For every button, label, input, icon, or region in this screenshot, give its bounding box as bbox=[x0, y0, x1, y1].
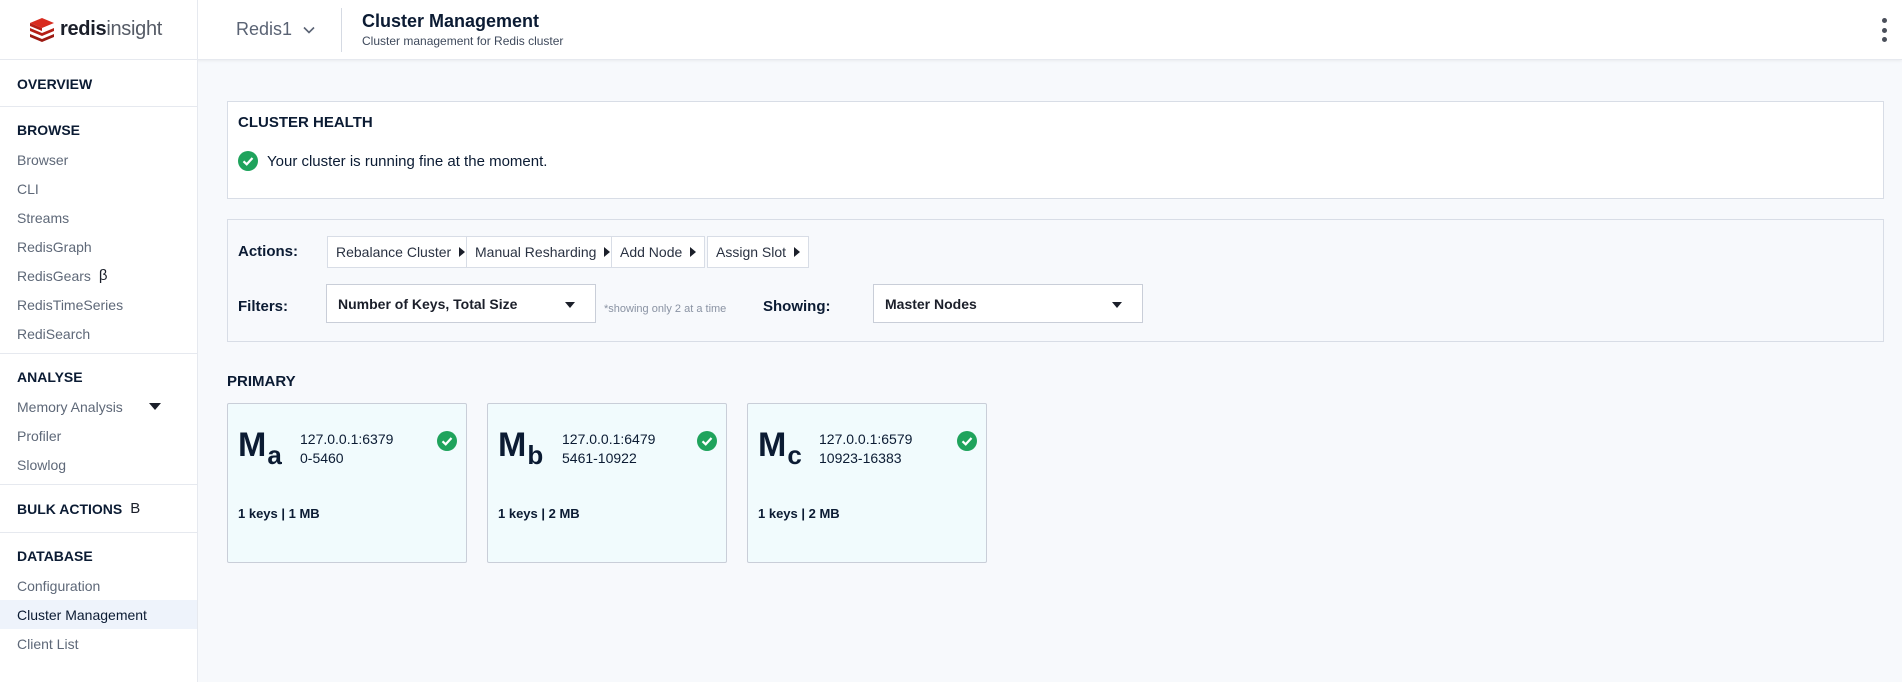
node-stats: 1 keys | 1 MB bbox=[238, 506, 320, 521]
node-letter: M bbox=[758, 426, 787, 464]
sidebar-heading-browse: BROWSE bbox=[17, 122, 80, 138]
beta-badge: β bbox=[130, 500, 141, 517]
sidebar-heading-analyse: ANALYSE bbox=[17, 369, 83, 385]
node-info: 127.0.0.1:6379 0-5460 bbox=[300, 430, 393, 468]
sidebar-item-configuration[interactable]: Configuration bbox=[0, 571, 197, 600]
showing-selected-value: Master Nodes bbox=[885, 295, 977, 312]
rebalance-cluster-button[interactable]: Rebalance Cluster bbox=[327, 236, 475, 268]
caret-right-icon bbox=[604, 247, 611, 257]
showing-select[interactable]: Master Nodes bbox=[873, 284, 1143, 323]
assign-slot-button[interactable]: Assign Slot bbox=[707, 236, 810, 268]
sidebar-item-streams[interactable]: Streams bbox=[0, 203, 197, 232]
cluster-health-title: CLUSTER HEALTH bbox=[238, 114, 373, 131]
beta-badge: β bbox=[98, 267, 108, 284]
check-circle-icon bbox=[957, 431, 977, 451]
sidebar-item-label: RedisGears bbox=[17, 267, 91, 284]
node-address: 127.0.0.1:6379 bbox=[300, 431, 394, 447]
sidebar-item-redisgears[interactable]: RedisGears β bbox=[0, 261, 197, 290]
sidebar-section-database: DATABASE Configuration Cluster Managemen… bbox=[0, 533, 197, 658]
filters-select[interactable]: Number of Keys, Total Size bbox=[326, 284, 596, 323]
caret-down-icon[interactable] bbox=[149, 403, 161, 410]
actions-label: Actions: bbox=[238, 243, 298, 260]
sidebar-item-browser[interactable]: Browser bbox=[0, 145, 197, 174]
sidebar-section-analyse: ANALYSE Memory Analysis Profiler Slowlog bbox=[0, 354, 197, 485]
node-subscript: b bbox=[527, 440, 544, 470]
sidebar-item-label: Memory Analysis bbox=[17, 398, 123, 415]
node-subscript: c bbox=[787, 440, 802, 470]
sidebar-item-memory-analysis[interactable]: Memory Analysis bbox=[0, 392, 197, 421]
cluster-health-panel: CLUSTER HEALTH Your cluster is running f… bbox=[227, 101, 1884, 199]
node-slots: 5461-10922 bbox=[562, 450, 637, 466]
brand-logo[interactable]: redis insight bbox=[0, 0, 198, 60]
sidebar-item-slowlog[interactable]: Slowlog bbox=[0, 450, 197, 479]
node-letter: M bbox=[498, 426, 527, 464]
chevron-down-icon bbox=[303, 26, 315, 34]
actions-filters-panel: Actions: Rebalance Cluster Manual Reshar… bbox=[227, 219, 1884, 342]
sidebar-item-client-list[interactable]: Client List bbox=[0, 629, 197, 658]
node-address: 127.0.0.1:6579 bbox=[819, 431, 913, 447]
button-label: Add Node bbox=[620, 244, 683, 260]
brand-name-light: insight bbox=[106, 18, 163, 40]
node-label: Ma bbox=[238, 426, 282, 470]
main-content: CLUSTER HEALTH Your cluster is running f… bbox=[198, 60, 1902, 682]
caret-down-icon bbox=[565, 302, 575, 308]
page-title: Cluster Management bbox=[362, 11, 540, 31]
node-slots: 0-5460 bbox=[300, 450, 344, 466]
filters-label: Filters: bbox=[238, 298, 289, 315]
sidebar-section-bulk-actions: BULK ACTIONS β bbox=[0, 485, 197, 533]
cluster-health-message: Your cluster is running fine at the mome… bbox=[267, 152, 548, 170]
node-card-b[interactable]: Mb 127.0.0.1:6479 5461-10922 1 keys | 2 … bbox=[487, 403, 727, 563]
node-subscript: a bbox=[267, 440, 282, 470]
sidebar-section-overview: OVERVIEW bbox=[0, 60, 197, 107]
check-circle-icon bbox=[437, 431, 457, 451]
node-slots: 10923-16383 bbox=[819, 450, 902, 466]
sidebar-item-bulk-actions[interactable]: BULK ACTIONS β bbox=[0, 485, 197, 532]
page-heading: Cluster Management Cluster management fo… bbox=[342, 10, 563, 49]
sidebar-item-redisgraph[interactable]: RedisGraph bbox=[0, 232, 197, 261]
filters-selected-value: Number of Keys, Total Size bbox=[338, 295, 518, 312]
button-label: Assign Slot bbox=[716, 244, 787, 260]
top-header: redis insight Redis1 Cluster Management C… bbox=[0, 0, 1902, 60]
database-selector[interactable]: Redis1 bbox=[198, 0, 341, 60]
button-label: Manual Resharding bbox=[475, 244, 597, 260]
caret-down-icon bbox=[1112, 302, 1122, 308]
add-node-button[interactable]: Add Node bbox=[611, 236, 706, 268]
filters-hint: *showing only 2 at a time bbox=[604, 303, 727, 315]
check-circle-icon bbox=[697, 431, 717, 451]
sidebar-item-redistimeseries[interactable]: RedisTimeSeries bbox=[0, 290, 197, 319]
node-letter: M bbox=[238, 426, 267, 464]
sidebar-item-cli[interactable]: CLI bbox=[0, 174, 197, 203]
check-circle-icon bbox=[238, 151, 258, 171]
node-card-c[interactable]: Mc 127.0.0.1:6579 10923-16383 1 keys | 2… bbox=[747, 403, 987, 563]
node-card-a[interactable]: Ma 127.0.0.1:6379 0-5460 1 keys | 1 MB bbox=[227, 403, 467, 563]
sidebar-item-profiler[interactable]: Profiler bbox=[0, 421, 197, 450]
redis-logo-icon bbox=[30, 17, 54, 42]
sidebar-item-overview[interactable]: OVERVIEW bbox=[0, 60, 197, 107]
sidebar-heading-database: DATABASE bbox=[17, 548, 93, 564]
node-info: 127.0.0.1:6579 10923-16383 bbox=[819, 430, 912, 468]
manual-resharding-button[interactable]: Manual Resharding bbox=[466, 236, 620, 268]
button-label: Rebalance Cluster bbox=[336, 244, 452, 260]
node-address: 127.0.0.1:6479 bbox=[562, 431, 656, 447]
caret-right-icon bbox=[459, 247, 466, 257]
sidebar-item-redisearch[interactable]: RediSearch bbox=[0, 319, 197, 348]
primary-section-title: PRIMARY bbox=[227, 373, 296, 390]
node-stats: 1 keys | 2 MB bbox=[758, 506, 840, 521]
caret-right-icon bbox=[794, 247, 801, 257]
more-options-icon[interactable] bbox=[1880, 18, 1888, 42]
page-subtitle: Cluster management for Redis cluster bbox=[362, 34, 564, 48]
cluster-health-status: Your cluster is running fine at the mome… bbox=[238, 151, 547, 171]
sidebar-item-label: BULK ACTIONS bbox=[17, 500, 123, 517]
node-label: Mc bbox=[758, 426, 802, 470]
database-name: Redis1 bbox=[236, 19, 293, 39]
showing-label: Showing: bbox=[763, 298, 831, 315]
node-info: 127.0.0.1:6479 5461-10922 bbox=[562, 430, 655, 468]
sidebar-section-browse: BROWSE Browser CLI Streams RedisGraph Re… bbox=[0, 107, 197, 354]
brand-name-strong: redis bbox=[60, 18, 107, 40]
node-stats: 1 keys | 2 MB bbox=[498, 506, 580, 521]
sidebar: OVERVIEW BROWSE Browser CLI Streams Redi… bbox=[0, 60, 198, 682]
sidebar-item-cluster-management[interactable]: Cluster Management bbox=[0, 600, 197, 629]
caret-right-icon bbox=[690, 247, 697, 257]
node-label: Mb bbox=[498, 426, 543, 470]
